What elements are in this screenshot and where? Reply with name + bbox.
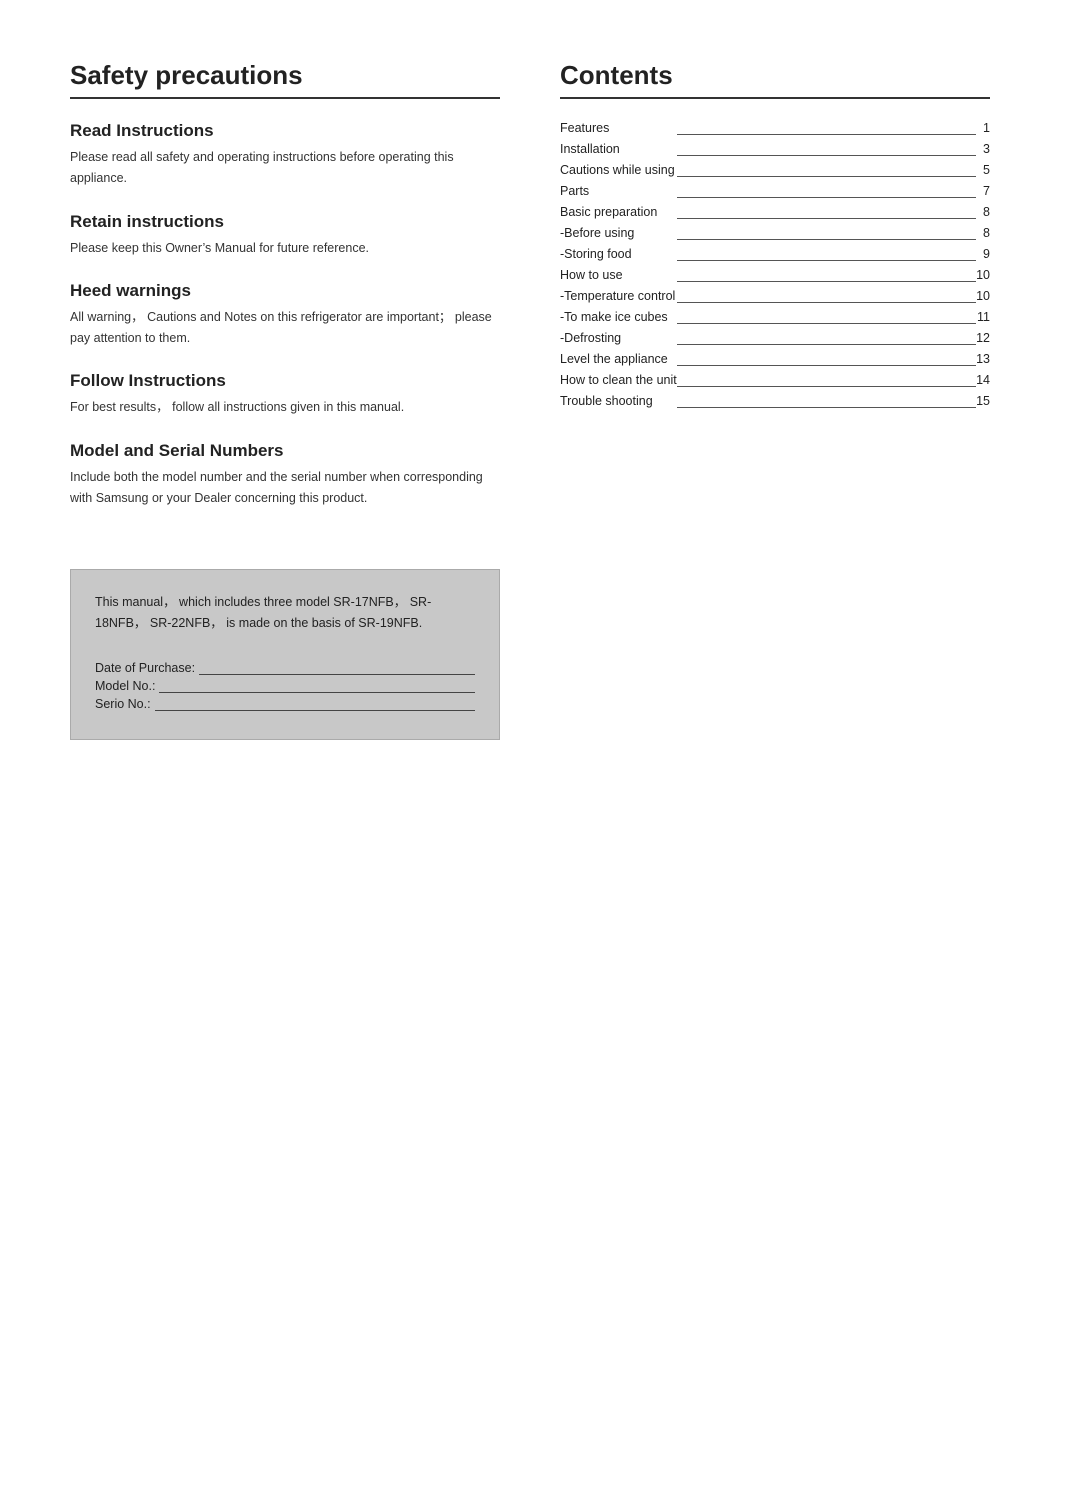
toc-dots (677, 323, 976, 324)
toc-page: 9 (976, 243, 990, 264)
toc-row: -Storing food 9 (560, 243, 990, 264)
toc-label: -Temperature control (560, 285, 677, 306)
bottom-info-box: This manual， which includes three model … (70, 569, 500, 740)
retain-instructions-title: Retain instructions (70, 212, 500, 232)
toc-label: How to use (560, 264, 677, 285)
toc-row: Installation 3 (560, 138, 990, 159)
model-serial-text: Include both the model number and the se… (70, 467, 500, 510)
toc-page: 7 (976, 180, 990, 201)
retain-instructions-text: Please keep this Owner’s Manual for futu… (70, 238, 500, 259)
toc-page: 13 (976, 348, 990, 369)
toc-dots (677, 302, 976, 303)
model-no-field: Model No.: (95, 679, 475, 693)
right-column: Contents Features1Installation3Cautions … (560, 60, 990, 411)
serio-no-label: Serio No.: (95, 697, 151, 711)
toc-row: -Defrosting 12 (560, 327, 990, 348)
left-column: Safety precautions Read Instructions Ple… (70, 60, 500, 740)
toc-dots (677, 155, 976, 156)
follow-instructions-title: Follow Instructions (70, 371, 500, 391)
toc-page: 5 (976, 159, 990, 180)
toc-label: -To make ice cubes (560, 306, 677, 327)
heed-warnings-title: Heed warnings (70, 281, 500, 301)
read-instructions-text: Please read all safety and operating ins… (70, 147, 500, 190)
toc-row: How to use 10 (560, 264, 990, 285)
toc-dots (677, 386, 976, 387)
toc-row: Level the appliance 13 (560, 348, 990, 369)
contents-title: Contents (560, 60, 990, 99)
toc-row: How to clean the unit 14 (560, 369, 990, 390)
toc-dots (677, 407, 976, 408)
toc-label: Features (560, 117, 677, 138)
toc-dots (677, 344, 976, 345)
toc-dots (677, 176, 976, 177)
toc-table: Features1Installation3Cautions while usi… (560, 117, 990, 411)
toc-label: -Before using (560, 222, 677, 243)
toc-label: Level the appliance (560, 348, 677, 369)
toc-row: -Before using 8 (560, 222, 990, 243)
toc-label: Basic preparation (560, 201, 677, 222)
toc-page: 8 (976, 222, 990, 243)
toc-dots (677, 197, 976, 198)
toc-dots (677, 281, 976, 282)
toc-row: Basic preparation 8 (560, 201, 990, 222)
serio-no-line (155, 697, 475, 711)
toc-row: -Temperature control 10 (560, 285, 990, 306)
toc-page: 11 (976, 306, 990, 327)
safety-precautions-title: Safety precautions (70, 60, 500, 99)
toc-page: 12 (976, 327, 990, 348)
date-of-purchase-line (199, 661, 475, 675)
toc-row: Trouble shooting 15 (560, 390, 990, 411)
toc-row: Cautions while using 5 (560, 159, 990, 180)
toc-page: 10 (976, 285, 990, 306)
toc-dots (677, 365, 976, 366)
toc-dots (677, 134, 976, 135)
model-serial-title: Model and Serial Numbers (70, 441, 500, 461)
toc-row: Parts 7 (560, 180, 990, 201)
toc-row: -To make ice cubes 11 (560, 306, 990, 327)
toc-label: Installation (560, 138, 677, 159)
read-instructions-title: Read Instructions (70, 121, 500, 141)
toc-page: 3 (976, 138, 990, 159)
toc-page: 14 (976, 369, 990, 390)
heed-warnings-text: All warning， Cautions and Notes on this … (70, 307, 500, 350)
bottom-box-fields: Date of Purchase: Model No.: Serio No.: (95, 661, 475, 711)
toc-row: Features 1 (560, 117, 990, 138)
toc-label: -Defrosting (560, 327, 677, 348)
toc-dots (677, 218, 976, 219)
toc-label: Trouble shooting (560, 390, 677, 411)
model-no-line (159, 679, 475, 693)
model-no-label: Model No.: (95, 679, 155, 693)
toc-page: 10 (976, 264, 990, 285)
serio-no-field: Serio No.: (95, 697, 475, 711)
toc-label: Parts (560, 180, 677, 201)
toc-label: Cautions while using (560, 159, 677, 180)
bottom-box-text: This manual， which includes three model … (95, 592, 475, 635)
date-of-purchase-label: Date of Purchase: (95, 661, 195, 675)
toc-page: 15 (976, 390, 990, 411)
toc-dots (677, 239, 976, 240)
toc-dots (677, 260, 976, 261)
toc-label: How to clean the unit (560, 369, 677, 390)
follow-instructions-text: For best results， follow all instruction… (70, 397, 500, 418)
toc-label: -Storing food (560, 243, 677, 264)
toc-page: 1 (976, 117, 990, 138)
date-of-purchase-field: Date of Purchase: (95, 661, 475, 675)
toc-page: 8 (976, 201, 990, 222)
